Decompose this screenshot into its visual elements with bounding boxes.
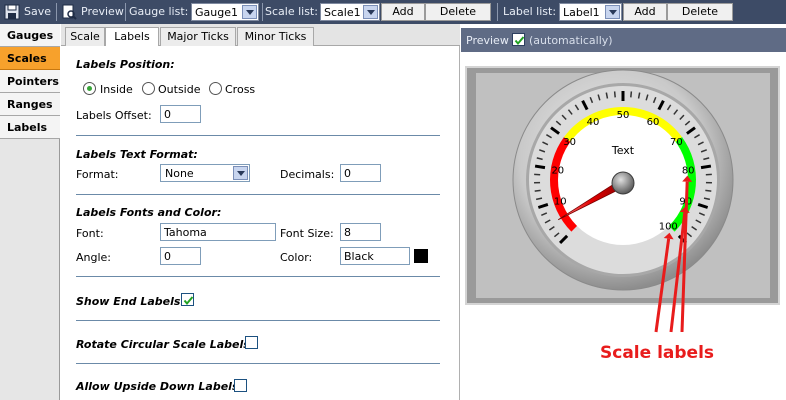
label-list-select[interactable]: Label1 (559, 3, 622, 21)
toolbar-separator (125, 3, 126, 21)
major-tick (534, 164, 546, 170)
nav-item-pointers[interactable]: Pointers (0, 70, 60, 93)
annotation-scale-labels: Scale labels (600, 343, 715, 363)
section-divider (76, 276, 440, 277)
allow-upside-down-label: Allow Upside Down Labels: (76, 380, 243, 393)
show-end-labels-checkbox[interactable] (181, 293, 194, 306)
rotate-circular-label: Rotate Circular Scale Labels: (76, 338, 255, 351)
tab-major-ticks[interactable]: Major Ticks (160, 27, 236, 46)
labels-fonts-title: Labels Fonts and Color: (76, 206, 222, 219)
properties-panel: Labels Position: Inside Outside Cross La… (61, 46, 460, 400)
preview-header: Preview (automatically) (461, 28, 786, 52)
gauge-list-select[interactable]: Gauge1 (191, 3, 259, 21)
font-size-input[interactable]: 8 (340, 223, 381, 241)
show-end-labels-label: Show End Labels: (76, 295, 185, 308)
font-input[interactable]: Tahoma (160, 223, 276, 241)
radio-inside[interactable] (83, 82, 96, 95)
format-label: Format: (76, 168, 119, 181)
minor-tick (613, 91, 616, 98)
angle-input[interactable]: 0 (160, 247, 201, 265)
nav-item-scales[interactable]: Scales (0, 47, 60, 70)
scale-label: 50 (617, 110, 630, 121)
checkmark-icon (183, 296, 194, 306)
minor-tick (630, 91, 633, 98)
add-label-button[interactable]: Add (623, 3, 667, 21)
format-value: None (165, 167, 194, 180)
gauge-text: Text (611, 144, 635, 157)
font-label: Font: (76, 227, 104, 240)
radio-cross-label: Cross (225, 83, 256, 96)
auto-preview-checkbox[interactable] (512, 33, 525, 46)
minor-tick (705, 189, 712, 192)
labels-offset-input[interactable]: 0 (160, 105, 201, 123)
pointer-cap (611, 171, 635, 195)
checkmark-icon (514, 36, 525, 46)
chevron-down-icon[interactable] (363, 5, 378, 19)
minor-tick (534, 189, 541, 192)
delete-scale-button[interactable]: Delete (425, 3, 491, 21)
nav-item-gauges[interactable]: Gauges (0, 24, 60, 47)
allow-upside-down-checkbox[interactable] (234, 379, 247, 392)
nav-item-ranges[interactable]: Ranges (0, 93, 60, 116)
color-swatch[interactable] (414, 249, 428, 263)
color-label: Color: (280, 251, 313, 264)
gauge-list-label: Gauge list: (129, 5, 189, 18)
tab-labels[interactable]: Labels (105, 27, 159, 47)
section-divider (76, 194, 440, 195)
toolbar-separator (56, 3, 57, 21)
tab-bar: Scale Labels Major Ticks Minor Ticks (61, 24, 460, 47)
toolbar-separator (497, 3, 498, 21)
section-divider (76, 320, 440, 321)
side-nav: Gauges Scales Pointers Ranges Labels (0, 24, 60, 400)
scale-label: 30 (563, 137, 576, 148)
toolbar-separator (262, 3, 263, 21)
scale-list-value: Scale1 (324, 6, 361, 19)
scale-label: 100 (659, 221, 678, 232)
radio-outside[interactable] (142, 82, 155, 95)
label-list-label: Label list: (503, 5, 557, 18)
radio-cross[interactable] (209, 82, 222, 95)
tab-minor-ticks[interactable]: Minor Ticks (237, 27, 314, 46)
chevron-down-icon[interactable] (605, 5, 620, 19)
format-select[interactable]: None (160, 164, 250, 182)
font-size-label: Font Size: (280, 227, 334, 240)
scale-label: 20 (551, 166, 564, 177)
scale-label: 70 (670, 137, 683, 148)
chevron-down-icon[interactable] (233, 166, 248, 180)
delete-label-button[interactable]: Delete (667, 3, 733, 21)
gauge-list-value: Gauge1 (195, 6, 238, 19)
auto-preview-label: (automatically) (529, 34, 613, 47)
labels-text-format-title: Labels Text Format: (76, 148, 198, 161)
decimals-input[interactable]: 0 (340, 164, 381, 182)
section-divider (76, 135, 440, 136)
add-scale-button[interactable]: Add (381, 3, 425, 21)
decimals-label: Decimals: (280, 168, 335, 181)
radio-outside-label: Outside (158, 83, 201, 96)
rotate-circular-checkbox[interactable] (245, 336, 258, 349)
scale-label: 80 (682, 166, 695, 177)
section-divider (76, 363, 440, 364)
scale-list-label: Scale list: (265, 5, 318, 18)
preview-icon[interactable] (61, 4, 77, 20)
radio-inside-label: Inside (100, 83, 133, 96)
scale-label: 10 (554, 196, 567, 207)
labels-offset-label: Labels Offset: (76, 109, 152, 122)
scale-label: 60 (647, 117, 660, 128)
save-icon[interactable] (4, 4, 20, 20)
major-tick (700, 164, 712, 170)
color-input[interactable]: Black (340, 247, 410, 265)
chevron-down-icon[interactable] (242, 5, 257, 19)
toolbar: Save Preview Gauge list: Gauge1 Scale li… (0, 0, 786, 24)
angle-label: Angle: (76, 251, 112, 264)
tab-scale[interactable]: Scale (65, 27, 105, 46)
preview-title: Preview (466, 34, 509, 47)
label-list-value: Label1 (563, 6, 600, 19)
scale-list-select[interactable]: Scale1 (320, 3, 380, 21)
save-button[interactable]: Save (24, 5, 51, 18)
preview-button[interactable]: Preview (81, 5, 124, 18)
nav-item-labels[interactable]: Labels (0, 116, 60, 139)
scale-label: 40 (587, 117, 600, 128)
labels-position-title: Labels Position: (76, 58, 175, 71)
